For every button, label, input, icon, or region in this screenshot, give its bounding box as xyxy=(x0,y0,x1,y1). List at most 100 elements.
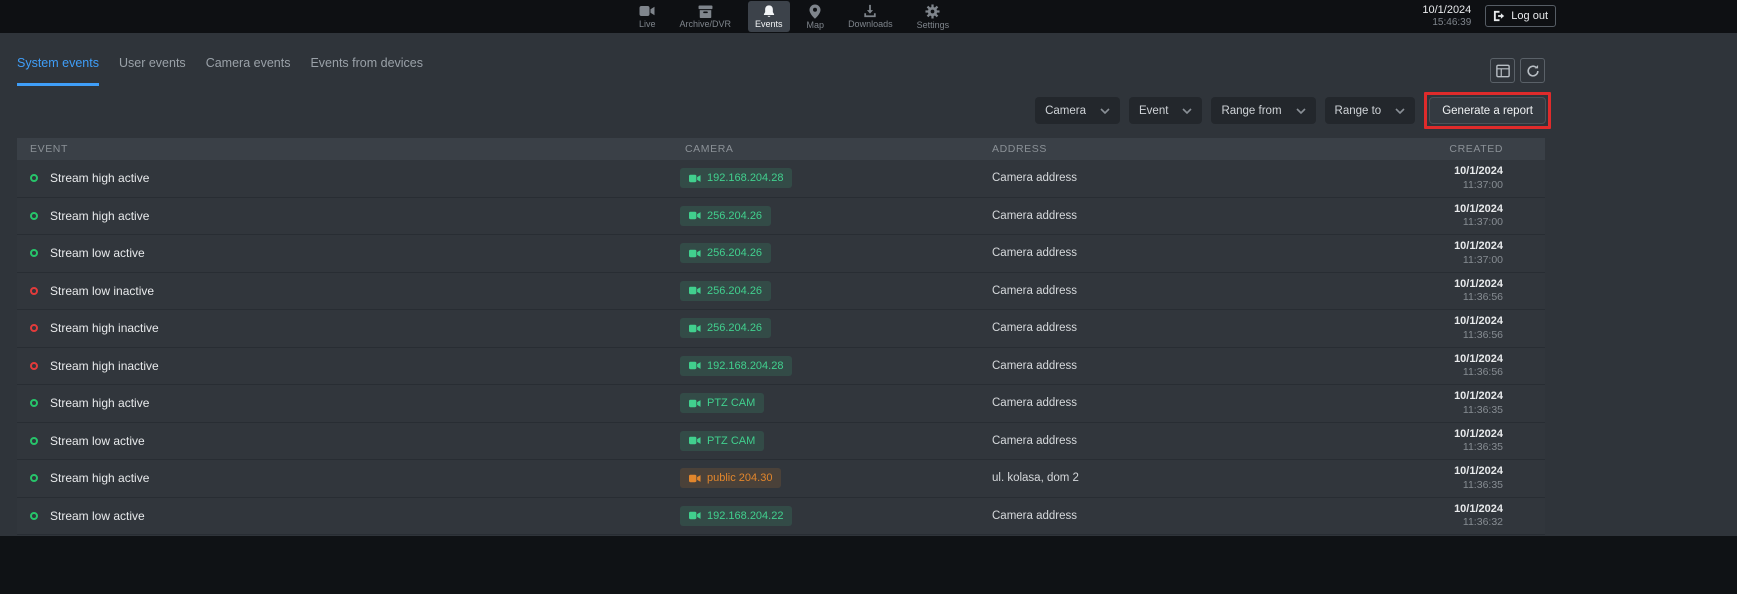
table-row[interactable]: Stream low active 192.168.204.22 Camera … xyxy=(17,498,1545,536)
created-date: 10/1/2024 xyxy=(1454,239,1503,253)
event-cell: Stream high active xyxy=(17,160,680,197)
tab-events-from-devices[interactable]: Events from devices xyxy=(310,56,423,86)
created-cell: 10/1/2024 11:37:00 xyxy=(1335,235,1545,272)
report-table-button[interactable] xyxy=(1490,58,1515,83)
range-to-dropdown[interactable]: Range to xyxy=(1325,97,1416,124)
table-row[interactable]: Stream high active 256.204.26 Camera add… xyxy=(17,198,1545,236)
header-event: EVENT xyxy=(17,143,680,155)
event-name: Stream high inactive xyxy=(50,359,159,373)
camera-badge[interactable]: public 204.30 xyxy=(680,468,781,488)
event-name: Stream high active xyxy=(50,171,149,185)
table-header: EVENT CAMERA ADDRESS CREATED xyxy=(17,138,1545,160)
camera-cell: PTZ CAM xyxy=(680,385,988,422)
camera-name: public 204.30 xyxy=(707,472,772,484)
camera-badge[interactable]: 256.204.26 xyxy=(680,281,771,301)
logout-button[interactable]: Log out xyxy=(1485,5,1556,27)
nav-label: Settings xyxy=(917,21,950,30)
event-cell: Stream low inactive xyxy=(17,273,680,310)
camera-address: ul. kolasa, dom 2 xyxy=(988,460,1335,497)
created-date: 10/1/2024 xyxy=(1454,352,1503,366)
status-circle-icon xyxy=(30,287,38,295)
camera-filter-dropdown[interactable]: Camera xyxy=(1035,97,1120,124)
camera-icon xyxy=(689,249,701,258)
table-row[interactable]: Stream high active public 204.30 ul. kol… xyxy=(17,460,1545,498)
table-row[interactable]: Stream high inactive 192.168.204.28 Came… xyxy=(17,348,1545,386)
event-cell: Stream low active xyxy=(17,423,680,460)
current-date: 10/1/2024 xyxy=(1422,4,1471,17)
table-row[interactable]: Stream low inactive 256.204.26 Camera ad… xyxy=(17,273,1545,311)
generate-report-button[interactable]: Generate a report xyxy=(1429,97,1546,124)
table-row[interactable]: Stream high active PTZ CAM Camera addres… xyxy=(17,385,1545,423)
camera-address: Camera address xyxy=(988,348,1335,385)
camera-address: Camera address xyxy=(988,235,1335,272)
camera-badge[interactable]: 256.204.26 xyxy=(680,318,771,338)
events-table: EVENT CAMERA ADDRESS CREATED Stream high… xyxy=(17,138,1545,535)
camera-name: PTZ CAM xyxy=(707,435,755,447)
created-time: 11:36:56 xyxy=(1463,329,1503,343)
event-name: Stream high active xyxy=(50,471,149,485)
status-circle-icon xyxy=(30,174,38,182)
camera-icon xyxy=(689,211,701,220)
camera-badge[interactable]: 192.168.204.28 xyxy=(680,356,792,376)
nav-live[interactable]: Live xyxy=(632,1,663,32)
nav-map[interactable]: Map xyxy=(800,1,832,32)
camera-cell: 256.204.26 xyxy=(680,273,988,310)
app-window: Live Archive/DVR Events Map xyxy=(0,0,1737,594)
tab-system-events[interactable]: System events xyxy=(17,56,99,86)
range-from-label: Range from xyxy=(1221,105,1281,117)
camera-name: PTZ CAM xyxy=(707,397,755,409)
header-camera: CAMERA xyxy=(680,143,988,155)
created-time: 11:37:00 xyxy=(1463,216,1503,230)
nav-label: Map xyxy=(807,21,825,30)
camera-name: 192.168.204.28 xyxy=(707,172,783,184)
event-name: Stream low active xyxy=(50,509,145,523)
tab-camera-events[interactable]: Camera events xyxy=(206,56,291,86)
camera-icon xyxy=(689,174,701,183)
event-filter-dropdown[interactable]: Event xyxy=(1129,97,1202,124)
camera-cell: PTZ CAM xyxy=(680,423,988,460)
camera-badge[interactable]: PTZ CAM xyxy=(680,393,764,413)
status-circle-icon xyxy=(30,437,38,445)
camera-cell: 192.168.204.22 xyxy=(680,498,988,535)
map-pin-icon xyxy=(809,4,821,19)
camera-name: 256.204.26 xyxy=(707,322,762,334)
nav-archive-dvr[interactable]: Archive/DVR xyxy=(673,1,739,32)
annotation-red-box: Generate a report xyxy=(1424,92,1551,129)
tab-user-events[interactable]: User events xyxy=(119,56,186,86)
table-row[interactable]: Stream low active 256.204.26 Camera addr… xyxy=(17,235,1545,273)
event-name: Stream high active xyxy=(50,396,149,410)
view-buttons xyxy=(1490,58,1545,86)
camera-badge[interactable]: 256.204.26 xyxy=(680,243,771,263)
range-from-dropdown[interactable]: Range from xyxy=(1211,97,1315,124)
nav-downloads[interactable]: Downloads xyxy=(841,1,900,32)
range-to-label: Range to xyxy=(1335,105,1382,117)
created-cell: 10/1/2024 11:37:00 xyxy=(1335,198,1545,235)
top-bar: Live Archive/DVR Events Map xyxy=(0,0,1737,33)
camera-filter-label: Camera xyxy=(1045,105,1086,117)
table-row[interactable]: Stream high inactive 256.204.26 Camera a… xyxy=(17,310,1545,348)
camera-badge[interactable]: 192.168.204.22 xyxy=(680,506,792,526)
created-cell: 10/1/2024 11:36:56 xyxy=(1335,348,1545,385)
created-date: 10/1/2024 xyxy=(1454,277,1503,291)
camera-cell: 256.204.26 xyxy=(680,235,988,272)
table-row[interactable]: Stream low active PTZ CAM Camera address… xyxy=(17,423,1545,461)
event-tabs: System events User events Camera events … xyxy=(17,56,423,86)
camera-icon xyxy=(689,474,701,483)
refresh-button[interactable] xyxy=(1520,58,1545,83)
event-cell: Stream high active xyxy=(17,460,680,497)
event-name: Stream low inactive xyxy=(50,284,154,298)
event-name: Stream high inactive xyxy=(50,321,159,335)
camera-badge[interactable]: 256.204.26 xyxy=(680,206,771,226)
created-cell: 10/1/2024 11:36:35 xyxy=(1335,385,1545,422)
created-time: 11:36:56 xyxy=(1463,291,1503,305)
camera-address: Camera address xyxy=(988,385,1335,422)
nav-events[interactable]: Events xyxy=(748,1,790,32)
event-cell: Stream high inactive xyxy=(17,310,680,347)
table-row[interactable]: Stream high active 192.168.204.28 Camera… xyxy=(17,160,1545,198)
camera-icon xyxy=(689,361,701,370)
created-cell: 10/1/2024 11:37:00 xyxy=(1335,160,1545,197)
camera-badge[interactable]: 192.168.204.28 xyxy=(680,168,792,188)
camera-name: 256.204.26 xyxy=(707,210,762,222)
camera-badge[interactable]: PTZ CAM xyxy=(680,431,764,451)
nav-settings[interactable]: Settings xyxy=(910,1,957,32)
